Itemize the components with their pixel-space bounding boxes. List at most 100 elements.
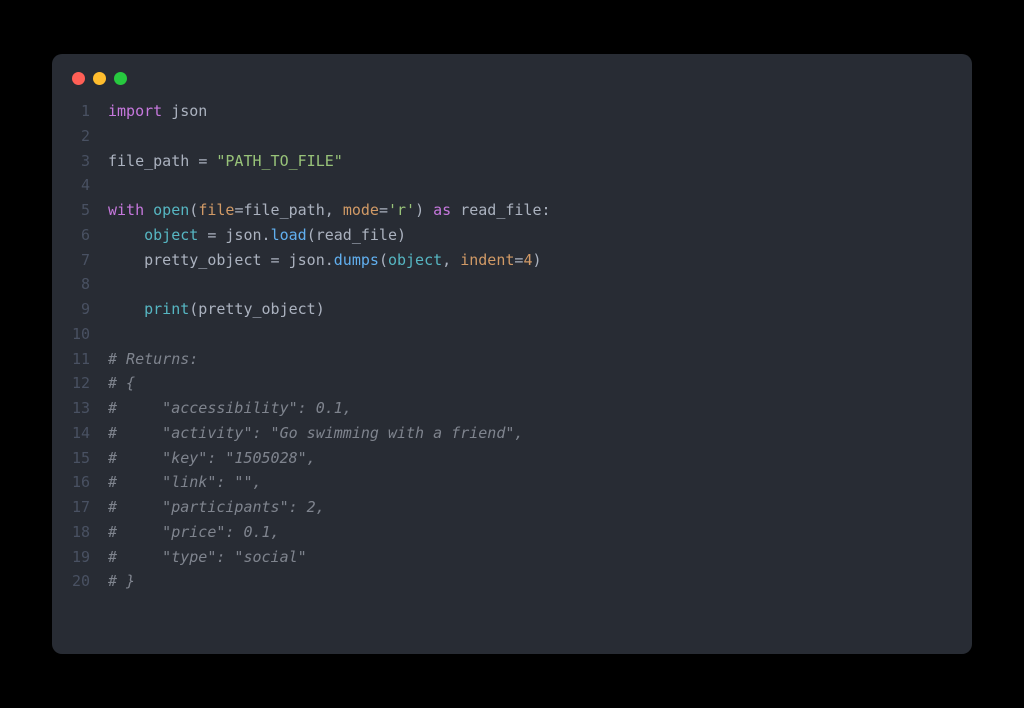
line-number: 7 [52,248,108,273]
token-comment: # "key": "1505028", [108,449,316,467]
code-window: 1import json2 3file_path = "PATH_TO_FILE… [52,54,972,654]
code-content [108,124,117,149]
code-line: 7 pretty_object = json.dumps(object, ind… [52,248,972,273]
maximize-icon[interactable] [114,72,127,85]
code-line: 5with open(file=file_path, mode='r') as … [52,198,972,223]
code-content: print(pretty_object) [108,297,325,322]
code-line: 2 [52,124,972,149]
token-comment: # "activity": "Go swimming with a friend… [108,424,523,442]
code-content: file_path = "PATH_TO_FILE" [108,149,343,174]
token-default: pretty_object = json. [108,251,334,269]
token-default: =file_path, [234,201,342,219]
token-keyword: with [108,201,144,219]
token-comment: # "participants": 2, [108,498,325,516]
code-line: 8 [52,272,972,297]
code-content: object = json.load(read_file) [108,223,406,248]
token-keyword: import [108,102,162,120]
token-default [162,102,171,120]
code-content: # "price": 0.1, [108,520,280,545]
line-number: 9 [52,297,108,322]
token-default: = [198,152,207,170]
token-default: = [379,201,388,219]
code-line: 12# { [52,371,972,396]
close-icon[interactable] [72,72,85,85]
token-default [108,300,144,318]
code-line: 20# } [52,569,972,594]
line-number: 12 [52,371,108,396]
code-line: 4 [52,173,972,198]
token-default: ) [532,251,541,269]
line-number: 5 [52,198,108,223]
token-builtin: open [153,201,189,219]
line-number: 17 [52,495,108,520]
code-content: # "activity": "Go swimming with a friend… [108,421,523,446]
code-line: 11# Returns: [52,347,972,372]
token-param: file [198,201,234,219]
token-func: dumps [334,251,379,269]
token-default: read_file: [451,201,550,219]
token-default: (read_file) [307,226,406,244]
code-line: 19# "type": "social" [52,545,972,570]
line-number: 19 [52,545,108,570]
code-content: # "link": "", [108,470,262,495]
token-default: file_path [108,152,198,170]
token-default: ( [189,201,198,219]
code-line: 1import json [52,99,972,124]
token-param: mode [343,201,379,219]
code-line: 10 [52,322,972,347]
token-comment: # "link": "", [108,473,262,491]
token-builtin: print [144,300,189,318]
token-default: , [442,251,460,269]
token-comment: # "accessibility": 0.1, [108,399,352,417]
line-number: 6 [52,223,108,248]
code-line: 3file_path = "PATH_TO_FILE" [52,149,972,174]
line-number: 3 [52,149,108,174]
code-content: with open(file=file_path, mode='r') as r… [108,198,551,223]
line-number: 1 [52,99,108,124]
token-comment: # "price": 0.1, [108,523,280,541]
minimize-icon[interactable] [93,72,106,85]
code-area: 1import json2 3file_path = "PATH_TO_FILE… [52,95,972,614]
line-number: 13 [52,396,108,421]
line-number: 14 [52,421,108,446]
token-param: indent [460,251,514,269]
code-line: 14# "activity": "Go swimming with a frie… [52,421,972,446]
line-number: 4 [52,173,108,198]
token-default [108,226,144,244]
code-line: 9 print(pretty_object) [52,297,972,322]
code-line: 15# "key": "1505028", [52,446,972,471]
token-default [144,201,153,219]
code-content: # { [108,371,135,396]
code-line: 6 object = json.load(read_file) [52,223,972,248]
token-default: json [171,102,207,120]
token-builtin: object [388,251,442,269]
token-comment: # Returns: [108,350,198,368]
token-keyword: as [433,201,451,219]
code-line: 17# "participants": 2, [52,495,972,520]
token-default: ) [415,201,433,219]
code-content: # "key": "1505028", [108,446,316,471]
code-line: 13# "accessibility": 0.1, [52,396,972,421]
code-content: # "type": "social" [108,545,307,570]
token-comment: # { [108,374,135,392]
token-default: (pretty_object) [189,300,324,318]
titlebar [52,54,972,95]
token-func: load [271,226,307,244]
code-content: import json [108,99,207,124]
code-content [108,173,117,198]
code-line: 18# "price": 0.1, [52,520,972,545]
token-string: "PATH_TO_FILE" [216,152,342,170]
code-line: 16# "link": "", [52,470,972,495]
line-number: 16 [52,470,108,495]
line-number: 15 [52,446,108,471]
token-string: 'r' [388,201,415,219]
code-content: # "participants": 2, [108,495,325,520]
code-content: # } [108,569,135,594]
token-comment: # "type": "social" [108,548,307,566]
line-number: 8 [52,272,108,297]
token-comment: # } [108,572,135,590]
code-content: pretty_object = json.dumps(object, inden… [108,248,542,273]
line-number: 20 [52,569,108,594]
line-number: 18 [52,520,108,545]
line-number: 10 [52,322,108,347]
